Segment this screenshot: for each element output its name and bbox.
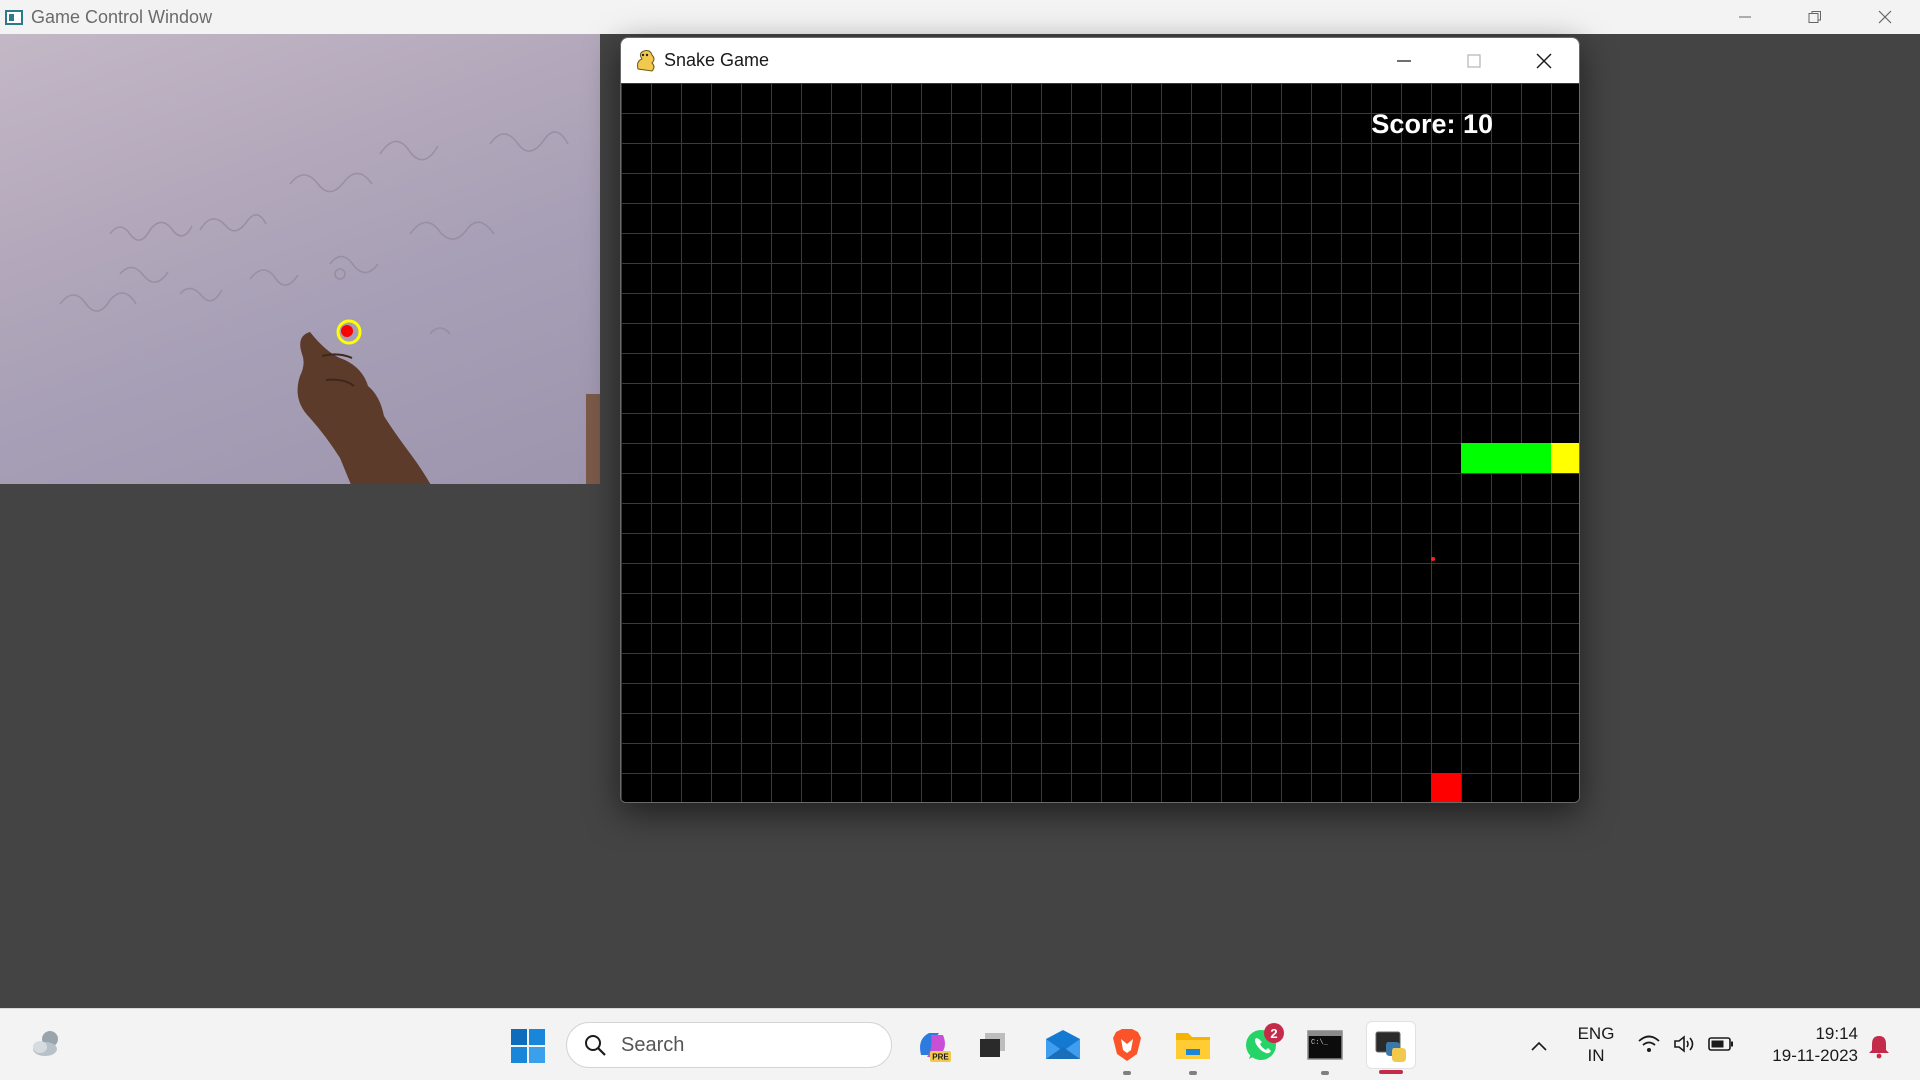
notification-bell-icon[interactable]: [1866, 1033, 1892, 1059]
language-region: IN: [1587, 1046, 1605, 1065]
snake-head: [1551, 443, 1579, 473]
minimize-button[interactable]: [1710, 0, 1780, 34]
taskbar-app-whatsapp[interactable]: 2: [1236, 1021, 1286, 1069]
taskbar-app-brave[interactable]: [1102, 1021, 1152, 1075]
search-icon: [585, 1035, 606, 1056]
restore-icon: [1808, 11, 1821, 23]
minimize-icon: [1739, 16, 1751, 18]
chevron-up-icon: [1531, 1041, 1547, 1051]
snake-window-titlebar[interactable]: Snake Game: [621, 38, 1579, 83]
whatsapp-notification-badge: 2: [1264, 1023, 1284, 1043]
opencv-window-icon: [5, 9, 23, 25]
svg-text:C:\_: C:\_: [1311, 1039, 1329, 1047]
taskbar-app-file-explorer[interactable]: [1168, 1021, 1218, 1075]
brave-icon: [1113, 1029, 1141, 1061]
terminal-icon: C:\_: [1307, 1030, 1343, 1060]
clock-time: 19:14: [1815, 1024, 1858, 1043]
close-button[interactable]: [1850, 0, 1920, 34]
game-board[interactable]: Score: 10: [621, 83, 1579, 802]
control-window-titlebar[interactable]: Game Control Window: [0, 0, 1920, 34]
weather-widget-icon[interactable]: [28, 1025, 66, 1063]
snake-window-controls: [1369, 38, 1579, 83]
battery-icon[interactable]: [1708, 1031, 1734, 1057]
taskbar-search-box[interactable]: Search: [566, 1022, 892, 1068]
mail-icon: [1046, 1030, 1080, 1059]
copilot-pre-icon: PRE: [920, 1033, 951, 1062]
taskbar-app-python[interactable]: [1366, 1021, 1416, 1074]
snake-game-window[interactable]: Snake Game Score: 10: [620, 37, 1580, 803]
app-running-indicator: [1189, 1071, 1197, 1075]
start-button[interactable]: [506, 1025, 550, 1067]
snake-body: [1461, 443, 1551, 473]
hand: [297, 332, 431, 484]
language-code: ENG: [1577, 1024, 1615, 1043]
whiteboard-scribbles: [59, 131, 600, 484]
snake-window-title: Snake Game: [664, 50, 770, 70]
food-block: [1431, 773, 1461, 802]
maximize-icon: [1467, 53, 1481, 68]
app-running-indicator: [1321, 1071, 1329, 1075]
taskbar: Search PRE 2 C:\_ ENG IN 19:14 19-11-202…: [0, 1008, 1920, 1080]
snake-maximize-button[interactable]: [1439, 38, 1509, 83]
app-running-indicator: [1123, 1071, 1131, 1075]
restore-button[interactable]: [1780, 0, 1850, 34]
close-icon: [1878, 10, 1892, 24]
minimize-icon: [1397, 59, 1411, 62]
windows-logo-icon: [511, 1029, 545, 1063]
taskbar-app-terminal[interactable]: C:\_: [1300, 1021, 1350, 1075]
app-active-indicator: [1379, 1070, 1403, 1074]
snake-close-button[interactable]: [1509, 38, 1579, 83]
taskbar-clock[interactable]: 19:14 19-11-2023: [1752, 1023, 1858, 1067]
taskbar-app-mail[interactable]: [1038, 1021, 1088, 1069]
control-window-controls: [1710, 0, 1920, 34]
score-label: Score: 10: [1371, 109, 1493, 139]
control-window-title: Game Control Window: [31, 6, 213, 27]
wifi-icon[interactable]: [1636, 1031, 1662, 1057]
volume-icon[interactable]: [1672, 1031, 1698, 1057]
input-language-indicator[interactable]: ENG IN: [1566, 1023, 1626, 1067]
fingertip-tracker-dot: [341, 325, 353, 337]
system-tray[interactable]: [1636, 1031, 1734, 1057]
task-view-icon: [980, 1033, 1005, 1057]
taskbar-app-task-view[interactable]: [968, 1021, 1018, 1069]
clock-date: 19-11-2023: [1772, 1046, 1858, 1065]
snake-minimize-button[interactable]: [1369, 38, 1439, 83]
search-placeholder: Search: [621, 1033, 685, 1056]
taskbar-app-copilot[interactable]: PRE: [908, 1021, 958, 1069]
control-pointer-dot: [1431, 557, 1435, 561]
python-icon: [1375, 1031, 1406, 1062]
file-explorer-icon: [1176, 1033, 1210, 1059]
show-hidden-icons-button[interactable]: [1524, 1033, 1554, 1059]
close-icon: [1536, 53, 1552, 68]
webcam-feed: [0, 34, 600, 484]
pygame-snake-icon: [637, 49, 655, 72]
svg-text:PRE: PRE: [932, 1053, 949, 1062]
